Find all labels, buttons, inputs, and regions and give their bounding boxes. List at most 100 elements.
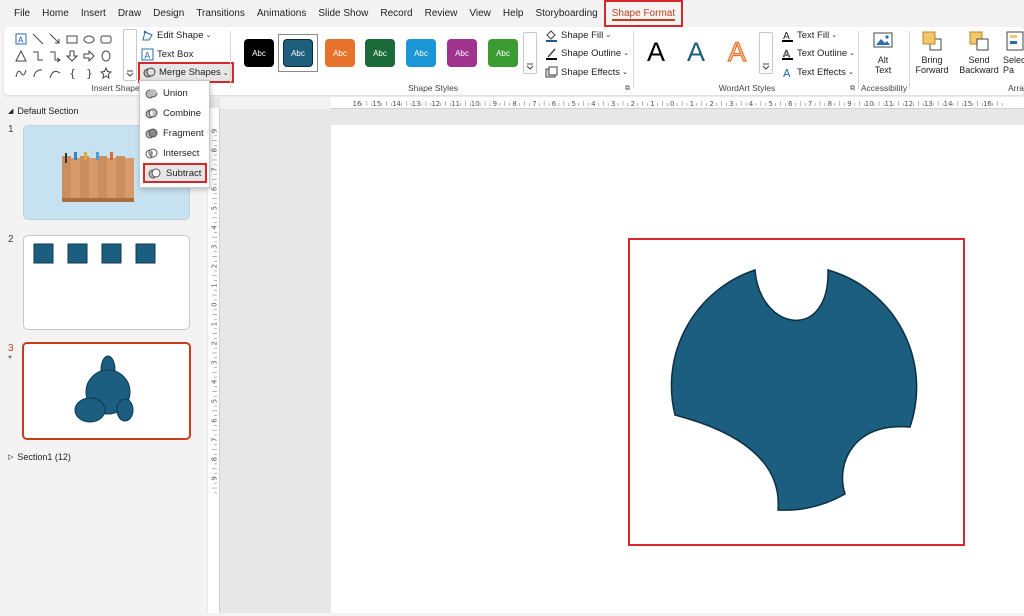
- insert-shapes-group-label: Insert Shapes: [91, 83, 144, 93]
- tab-record[interactable]: Record: [374, 0, 418, 27]
- ruler-label: 7: [211, 167, 219, 171]
- wordart-style-blue[interactable]: A: [687, 37, 705, 68]
- default-section-header[interactable]: ◢ Default Section: [8, 106, 78, 116]
- tab-view[interactable]: View: [463, 0, 497, 27]
- shape-style-green[interactable]: Abc: [365, 39, 395, 67]
- tab-storyboarding[interactable]: Storyboarding: [529, 0, 603, 27]
- shape-styles-more-button[interactable]: [523, 32, 537, 74]
- curve-shape-icon[interactable]: [46, 64, 63, 81]
- left-brace-icon[interactable]: {: [63, 64, 80, 81]
- freeform-shape-icon[interactable]: [12, 64, 29, 81]
- ruler-label: 6: [552, 100, 557, 108]
- tab-shape-format[interactable]: Shape Format: [603, 0, 684, 27]
- bring-forward-button[interactable]: Bring Forward: [909, 30, 955, 75]
- right-arrow-shape-icon[interactable]: [80, 47, 97, 64]
- wordart-style-orange-outline[interactable]: A: [727, 36, 746, 68]
- section1-label: Section1 (12): [17, 452, 71, 462]
- slide-thumbnail-3[interactable]: [22, 342, 191, 440]
- down-arrow-shape-icon[interactable]: [63, 47, 80, 64]
- elbow-connector-icon[interactable]: [29, 47, 46, 64]
- elbow-arrow-icon[interactable]: [46, 47, 63, 64]
- wordart-styles-more-button[interactable]: [759, 32, 773, 74]
- tab-animations[interactable]: Animations: [251, 0, 312, 27]
- slide-thumbnail-2[interactable]: [23, 235, 190, 330]
- shape-style-blue[interactable]: Abc: [283, 39, 313, 67]
- ruler-label: 5: [211, 399, 219, 403]
- arc-shape-icon[interactable]: [29, 64, 46, 81]
- accessibility-group: Alt Text Accessibility: [860, 27, 908, 95]
- ruler-label: 5: [571, 100, 575, 108]
- edit-shape-button[interactable]: Edit Shape ⌄: [141, 27, 211, 43]
- ruler-label: 10: [471, 100, 480, 108]
- tab-insert[interactable]: Insert: [75, 0, 112, 27]
- oval-shape-icon[interactable]: [80, 30, 97, 47]
- selection-pane-button[interactable]: Selec Pa: [1003, 30, 1024, 75]
- rounded-rect-shape-icon[interactable]: [97, 30, 114, 47]
- chevron-right-icon: ▷: [8, 454, 14, 461]
- text-box-icon: A: [141, 48, 154, 61]
- right-brace-icon[interactable]: }: [80, 64, 97, 81]
- tab-transitions[interactable]: Transitions: [190, 0, 251, 27]
- merge-combine-item[interactable]: Combine: [145, 105, 201, 121]
- union-icon: [145, 87, 158, 100]
- shape-style-orange[interactable]: Abc: [325, 39, 355, 67]
- section1-header[interactable]: ▷ Section1 (12): [8, 452, 71, 462]
- alt-text-button[interactable]: Alt Text: [860, 30, 906, 75]
- horizontal-ruler: 16 15 14 13 12 11 10 9 8 7 6 5 4 3 2 1 0 1 2 3 4 5 6 7 8 9 10 11 12 1…: [331, 97, 1024, 109]
- paint-bucket-icon: [545, 29, 558, 42]
- shape-style-purple[interactable]: Abc: [447, 39, 477, 67]
- chevron-down-icon: ⌄: [849, 50, 856, 57]
- dialog-launcher-icon[interactable]: ⧉: [850, 85, 855, 93]
- shape-outline-button[interactable]: Shape Outline ⌄: [545, 45, 629, 61]
- wordart-style-black[interactable]: A: [647, 37, 665, 68]
- text-box-shape-icon[interactable]: A: [12, 30, 29, 47]
- ruler-label: 8: [828, 100, 832, 108]
- text-fill-button[interactable]: A Text Fill ⌄: [781, 27, 837, 43]
- arrow-shape-icon[interactable]: [46, 30, 63, 47]
- chevron-down-icon: ⌄: [847, 69, 854, 76]
- text-effects-button[interactable]: A Text Effects ⌄: [781, 64, 854, 80]
- shape-effects-icon: [545, 66, 558, 79]
- tab-home[interactable]: Home: [36, 0, 75, 27]
- shape-style-lime[interactable]: Abc: [488, 39, 518, 67]
- merge-union-item[interactable]: Union: [145, 85, 188, 101]
- ruler-label: 14: [392, 100, 401, 108]
- ruler-label: 8: [211, 148, 219, 152]
- merge-intersect-item[interactable]: Intersect: [145, 145, 199, 161]
- merge-subtract-item[interactable]: Subtract: [143, 163, 207, 183]
- text-outline-button[interactable]: A Text Outline ⌄: [781, 45, 855, 61]
- ruler-label: 3: [211, 245, 219, 249]
- shapes-gallery[interactable]: A { }: [12, 30, 122, 82]
- star-shape-icon[interactable]: [97, 64, 114, 81]
- rectangle-shape-icon[interactable]: [63, 30, 80, 47]
- tab-file[interactable]: File: [8, 0, 36, 27]
- triangle-shape-icon[interactable]: [12, 47, 29, 64]
- tab-draw[interactable]: Draw: [112, 0, 147, 27]
- accessibility-group-label: Accessibility: [860, 83, 908, 93]
- dialog-launcher-icon[interactable]: ⧉: [625, 85, 630, 93]
- shape-fill-label: Shape Fill: [561, 29, 604, 41]
- tab-review[interactable]: Review: [419, 0, 464, 27]
- tab-slide-show[interactable]: Slide Show: [312, 0, 374, 27]
- ruler-label: 1: [650, 100, 654, 108]
- merge-subtract-label: Subtract: [166, 167, 202, 179]
- chevron-down-icon: ◢: [8, 108, 14, 115]
- ellipse-shape-icon[interactable]: [97, 47, 114, 64]
- line-shape-icon[interactable]: [29, 30, 46, 47]
- shape-effects-button[interactable]: Shape Effects ⌄: [545, 64, 628, 80]
- subtract-icon: [148, 167, 161, 180]
- ruler-label: 3: [729, 100, 733, 108]
- tab-help[interactable]: Help: [497, 0, 530, 27]
- ruler-label: 8: [211, 457, 219, 461]
- ruler-label: 12: [904, 100, 913, 108]
- send-backward-button[interactable]: Send Backward: [954, 30, 1004, 75]
- merge-fragment-item[interactable]: Fragment: [145, 125, 204, 141]
- text-outline-icon: A: [781, 47, 794, 60]
- text-box-button[interactable]: A Text Box: [141, 46, 193, 62]
- shape-style-light-blue[interactable]: Abc: [406, 39, 436, 67]
- shape-style-black[interactable]: Abc: [244, 39, 274, 67]
- shape-fill-button[interactable]: Shape Fill ⌄: [545, 27, 611, 43]
- shapes-gallery-more-button[interactable]: [123, 29, 137, 81]
- tab-design[interactable]: Design: [147, 0, 190, 27]
- merge-union-label: Union: [163, 87, 188, 99]
